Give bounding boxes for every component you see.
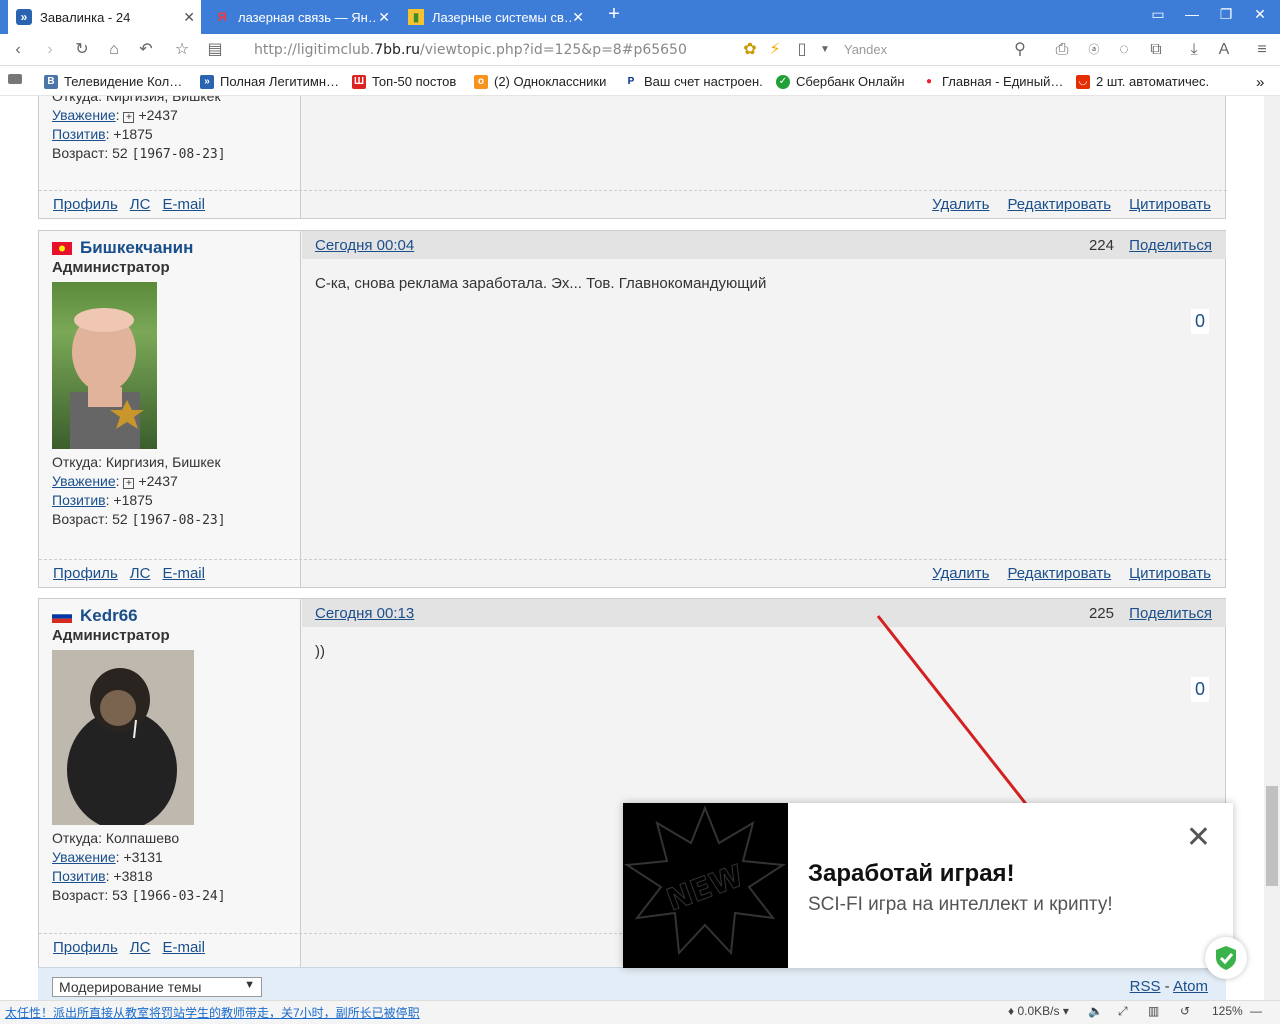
zoom-reset-icon[interactable]: ↺ [1180, 1004, 1190, 1018]
zoom-level[interactable]: 125% [1212, 1004, 1243, 1018]
ad-title: Заработай играя! [808, 860, 1015, 887]
fullscreen-icon[interactable]: ⤢ [1118, 1004, 1128, 1019]
news-ticker-link[interactable]: 太任性！派出所直接从教室将罚站学生的教师带走，关7小时，副所长已被停职 [5, 1004, 420, 1021]
ad-popup[interactable]: NEW Заработай играя! SCI-FI игра на инте… [623, 803, 1233, 968]
close-icon[interactable]: ✕ [1186, 823, 1211, 853]
protect-shield-icon[interactable] [1205, 937, 1247, 979]
split-view-icon[interactable]: ▥ [1148, 1004, 1159, 1018]
speed-value: 0.0KB/s [1017, 1004, 1060, 1018]
zoom-out-icon[interactable]: — [1250, 1004, 1262, 1018]
network-speed: ♦ 0.0KB/s ▾ [1008, 1004, 1069, 1018]
sound-icon[interactable]: 🔈 [1088, 1004, 1103, 1018]
ad-image: NEW [623, 803, 788, 968]
new-badge-text: NEW [662, 859, 748, 919]
status-bar: 太任性！派出所直接从教室将罚站学生的教师带走，关7小时，副所长已被停职 ♦ 0.… [0, 1000, 1280, 1024]
ad-subtitle: SCI-FI игра на интеллект и крипту! [808, 894, 1113, 915]
